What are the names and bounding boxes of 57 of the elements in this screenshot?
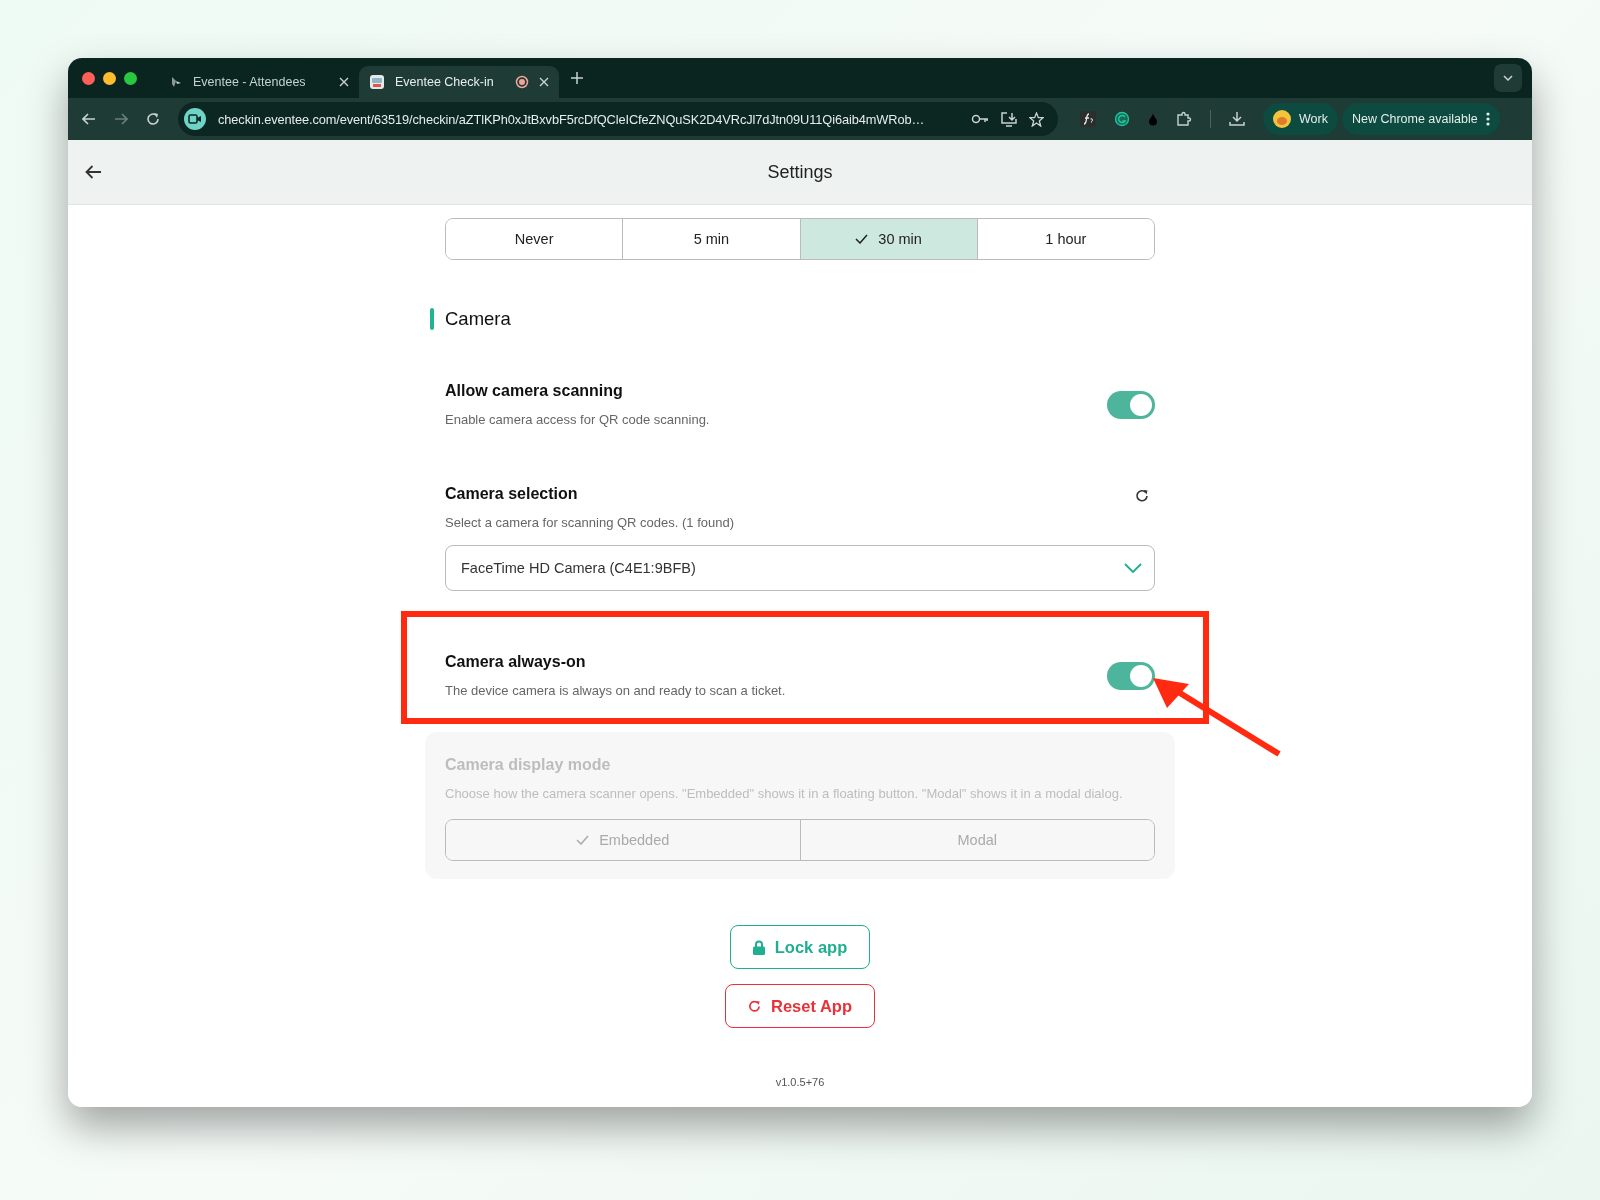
more-icon[interactable] <box>1485 112 1490 126</box>
setting-description: Enable camera access for QR code scanning. <box>445 412 710 427</box>
close-icon[interactable] <box>539 77 549 87</box>
reload-icon[interactable] <box>146 112 160 126</box>
g-circle-icon[interactable] <box>1114 111 1130 127</box>
setting-description: The device camera is always on and ready to scan a ticket. <box>445 683 786 698</box>
browser-tab[interactable]: Eventee - Attendees <box>159 66 359 98</box>
refresh-icon[interactable] <box>1135 489 1149 503</box>
page-title: Settings <box>766 161 834 183</box>
profile-name: Work <box>1299 112 1328 126</box>
star-icon[interactable] <box>1029 111 1044 127</box>
update-button[interactable]: New Chrome available <box>1341 103 1500 135</box>
segment-option[interactable]: 1 hour <box>976 219 1154 259</box>
profile-button[interactable]: Work <box>1263 103 1338 135</box>
browser-tab[interactable]: Eventee Check-in <box>359 66 559 98</box>
forward-icon[interactable] <box>114 113 128 125</box>
camera-icon <box>184 108 206 130</box>
back-icon[interactable] <box>85 165 102 179</box>
window-control-icon[interactable] <box>82 71 95 85</box>
window-control-icon[interactable] <box>124 71 137 85</box>
install-icon[interactable] <box>1001 111 1017 127</box>
check-icon <box>576 835 590 845</box>
setting-title: Camera selection <box>445 485 579 503</box>
app-icon <box>369 74 385 90</box>
window-control-icon[interactable] <box>103 71 116 85</box>
lock-icon <box>752 939 765 955</box>
segment-option[interactable]: 30 min <box>799 219 977 259</box>
avatar-icon <box>1273 110 1291 128</box>
formula-icon[interactable] <box>1080 111 1096 127</box>
url-text: checkin.eventee.com/event/63519/checkin/aZTlKPh0xJtBxvbF5rcDfQCleICfeZNQuSK2D4VRcJl7dJtn09U11Qi6aib4mWRob… <box>218 111 926 127</box>
check-icon <box>855 234 869 244</box>
toggle-switch[interactable] <box>1107 390 1155 419</box>
puzzle-icon[interactable] <box>1176 111 1192 127</box>
selected-value: FaceTime HD Camera (C4E1:9BFB) <box>461 560 696 576</box>
download-icon[interactable] <box>1229 111 1245 127</box>
arrow-icon <box>1153 678 1283 758</box>
section-marker <box>430 308 434 330</box>
toggle-switch[interactable] <box>1107 661 1155 690</box>
setting-title: Allow camera scanning <box>445 382 624 400</box>
setting-description: Select a camera for scanning QR codes. (1 found) <box>445 515 735 530</box>
tab-title: Eventee - Attendees <box>193 75 307 89</box>
reset-button[interactable]: Reset App <box>725 984 875 1028</box>
section-title: Camera <box>445 308 511 330</box>
update-notice: New Chrome available <box>1351 112 1478 126</box>
setting-title: Camera always-on <box>445 653 587 671</box>
setting-title: Camera display mode <box>445 756 612 774</box>
chevron-down-icon <box>1124 563 1142 573</box>
version-text: v1.0.5+76 <box>774 1076 826 1088</box>
close-icon[interactable] <box>339 77 349 87</box>
refresh-icon <box>748 999 761 1013</box>
key-icon[interactable] <box>971 114 989 124</box>
tab-title: Eventee Check-in <box>395 75 495 89</box>
tab-search-button[interactable] <box>1494 64 1522 92</box>
chevron-down-icon <box>1503 75 1513 81</box>
new-tab-icon[interactable] <box>571 72 583 84</box>
address-bar[interactable]: checkin.eventee.com/event/63519/checkin/aZTlKPh0xJtBxvbF5rcDfQCleICfeZNQuSK2D4VRcJl7dJtn09U11Qi6aib4mWRob… <box>178 102 1058 136</box>
camera-dropdown[interactable]: FaceTime HD Camera (C4E1:9BFB) <box>445 545 1155 591</box>
